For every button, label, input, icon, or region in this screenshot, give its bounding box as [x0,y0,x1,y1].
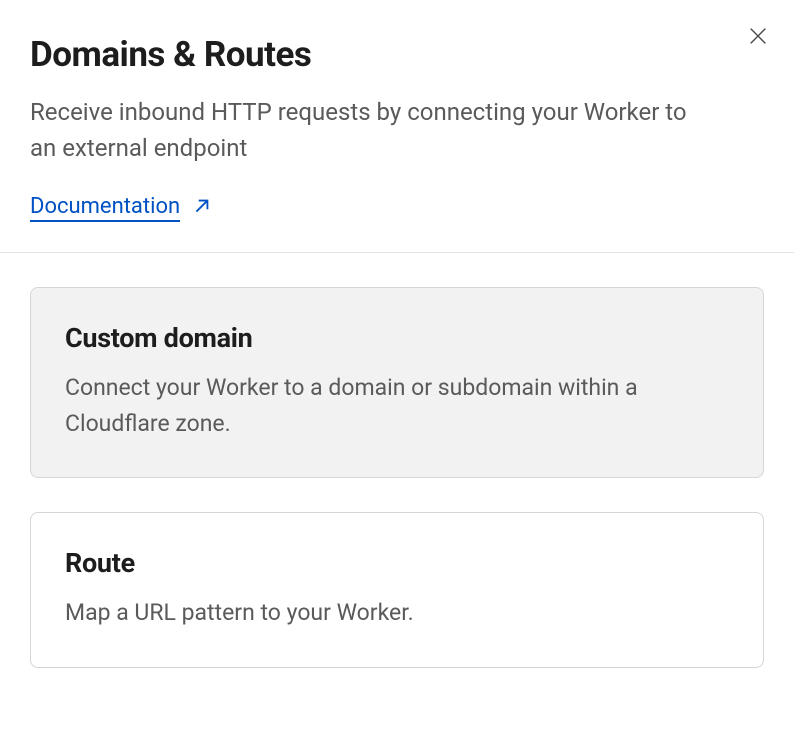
panel-subtitle: Receive inbound HTTP requests by connect… [30,94,690,166]
domains-routes-panel: Domains & Routes Receive inbound HTTP re… [0,0,794,698]
documentation-link[interactable]: Documentation [30,194,212,222]
close-button[interactable] [744,22,772,50]
option-title: Route [65,547,729,579]
close-icon [747,25,769,47]
external-link-icon [190,196,212,218]
option-route[interactable]: Route Map a URL pattern to your Worker. [30,512,764,668]
option-description: Connect your Worker to a domain or subdo… [65,370,685,441]
panel-title: Domains & Routes [30,34,764,76]
option-title: Custom domain [65,322,729,354]
panel-header: Domains & Routes Receive inbound HTTP re… [0,0,794,253]
option-description: Map a URL pattern to your Worker. [65,595,685,631]
documentation-link-label: Documentation [30,194,180,222]
option-custom-domain[interactable]: Custom domain Connect your Worker to a d… [30,287,764,478]
options-list: Custom domain Connect your Worker to a d… [0,253,794,698]
